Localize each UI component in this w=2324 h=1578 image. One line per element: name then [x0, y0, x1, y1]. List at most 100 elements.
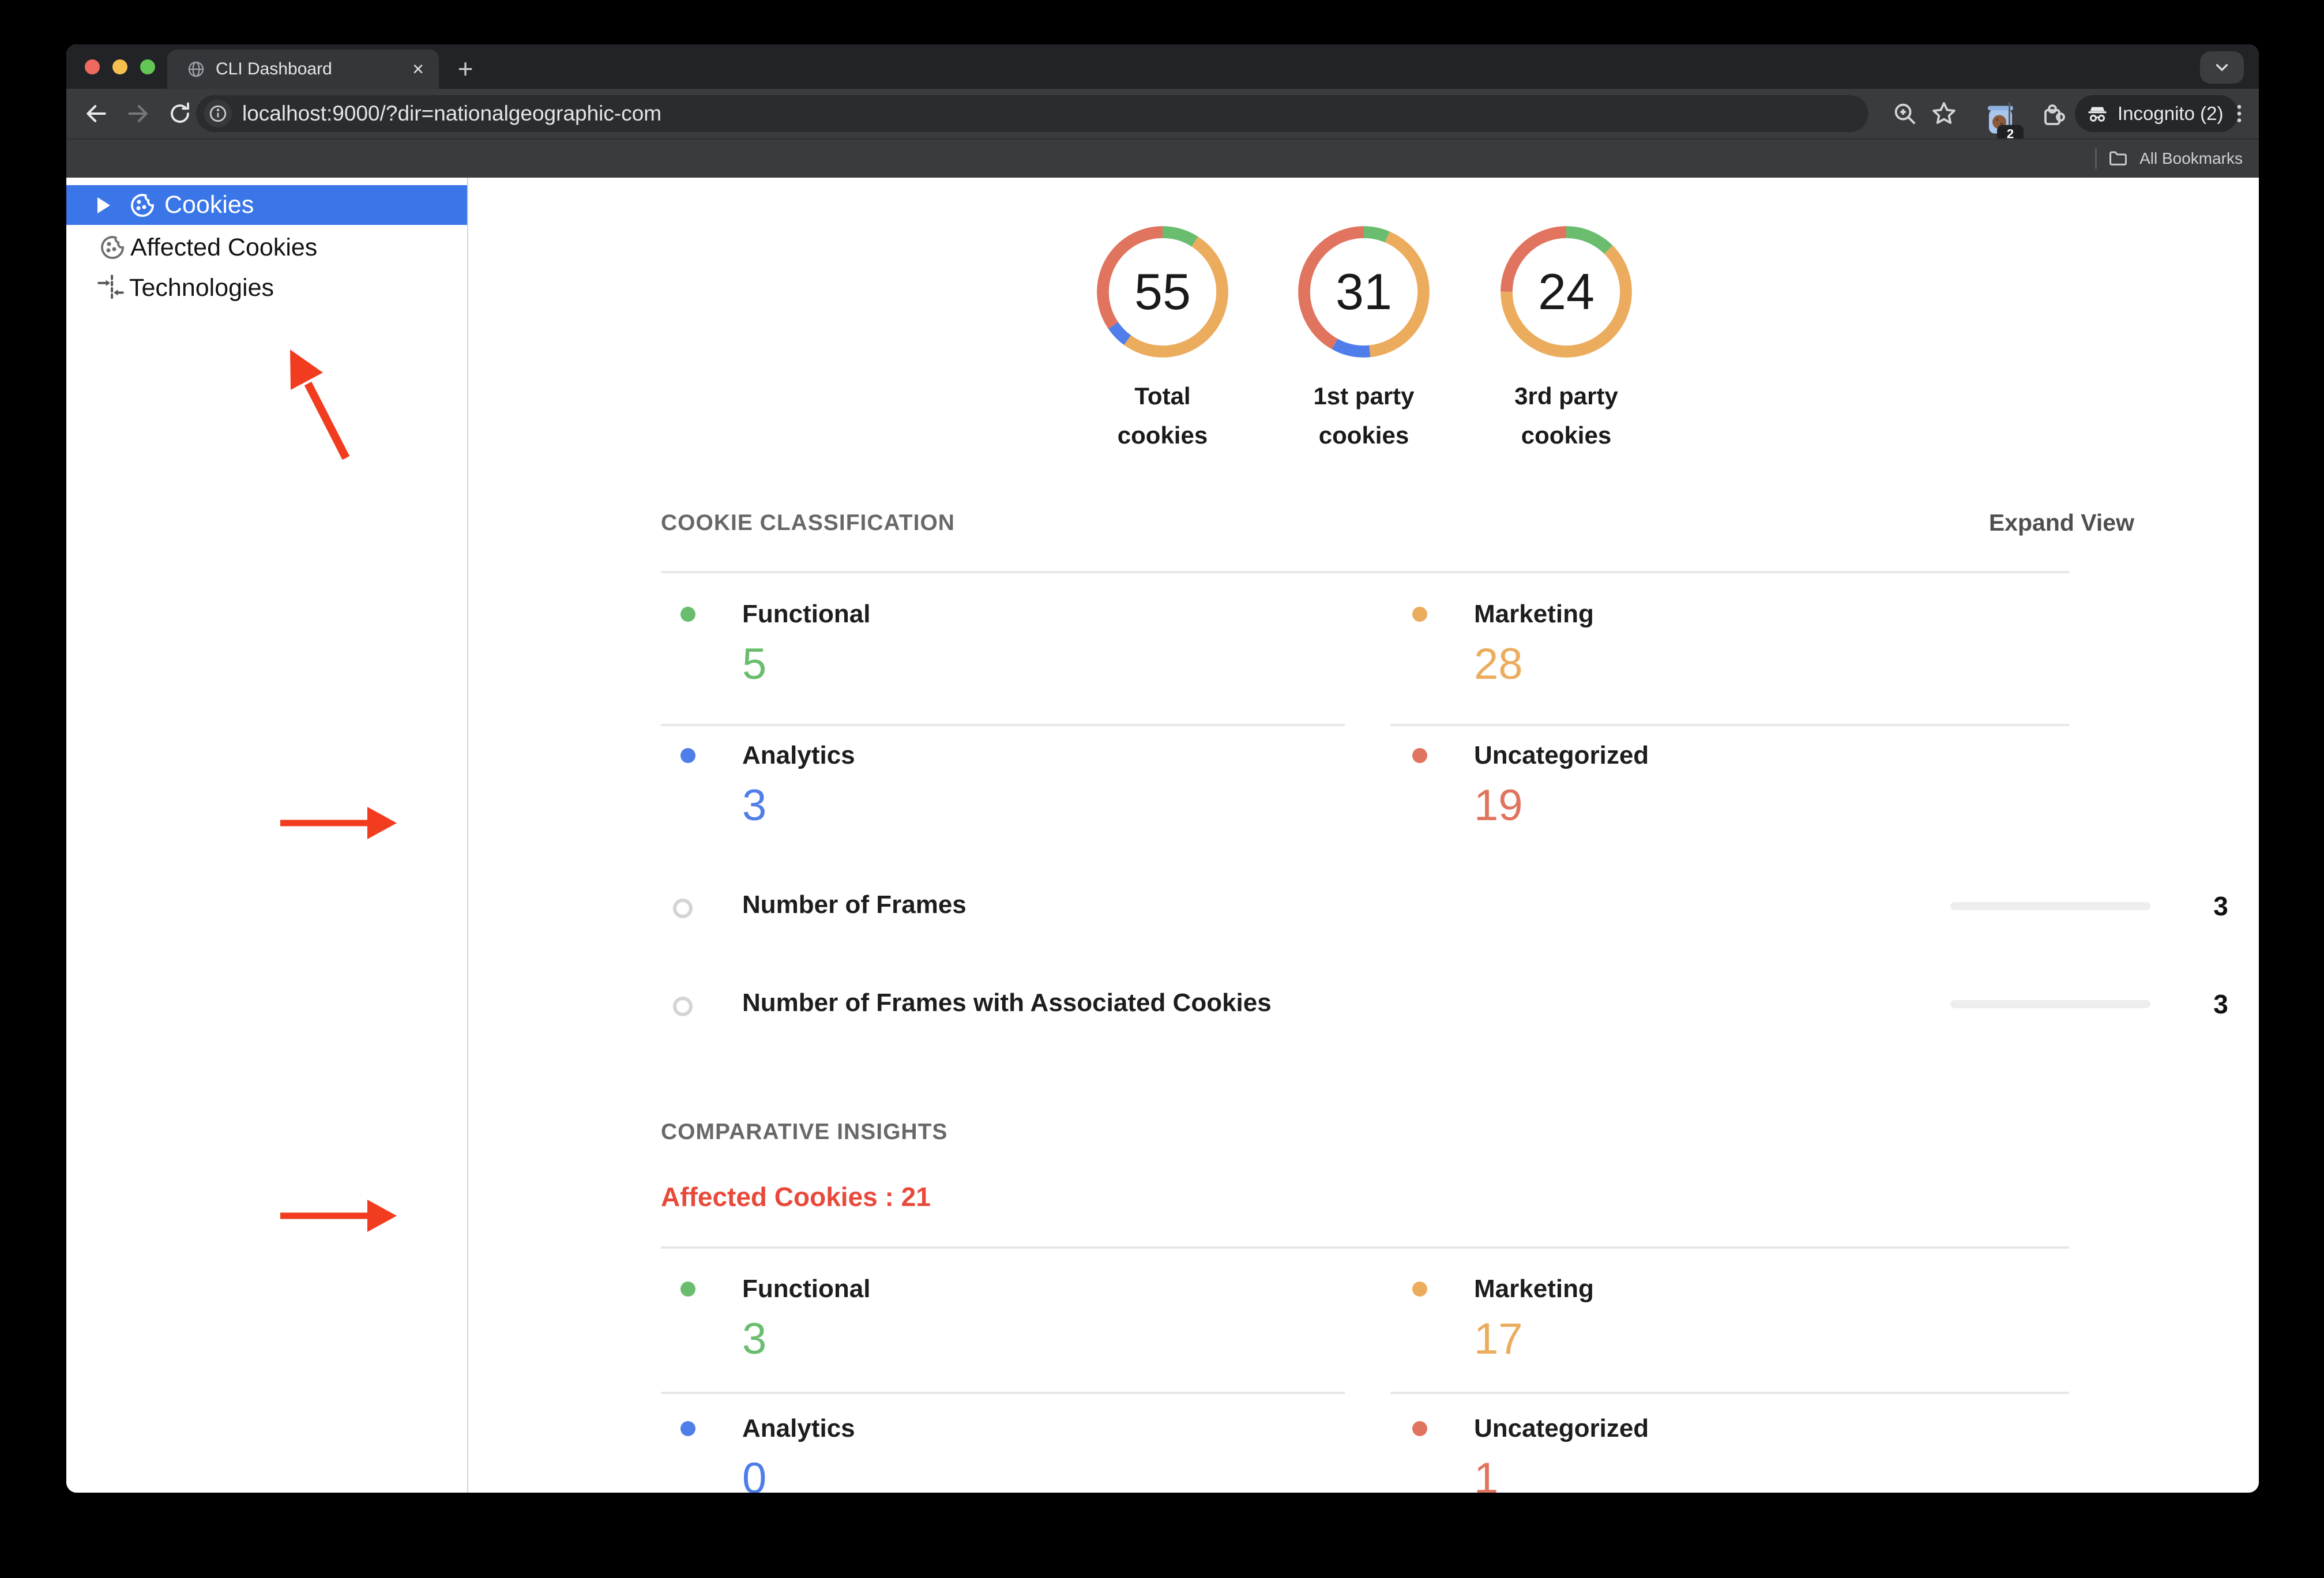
close-tab-icon[interactable]: × — [412, 59, 424, 79]
new-tab-button[interactable]: + — [448, 51, 483, 86]
uncategorized-dot-icon — [1412, 1421, 1427, 1436]
zoom-icon[interactable] — [1891, 100, 1918, 127]
sidebar-item-label: Affected Cookies — [130, 233, 318, 261]
browser-toolbar: localhost:9000/?dir=nationalgeographic-c… — [66, 89, 2259, 143]
minimize-window-button[interactable] — [112, 59, 127, 74]
sidebar-item-label: Technologies — [129, 273, 274, 302]
screenshot-root: CLI Dashboard × + localhost:9000/?dir=na… — [0, 0, 2324, 1578]
functional-dot-icon — [680, 607, 695, 622]
window-controls — [85, 59, 155, 74]
category-label: Uncategorized — [1474, 1414, 1649, 1442]
category-value: 3 — [742, 1314, 767, 1363]
ring-bullet-icon — [673, 899, 693, 918]
bookmarks-divider — [2095, 148, 2097, 169]
app-body: Cookies Affected Cookies Technologies 55… — [66, 178, 2259, 1493]
donut-first-party-cookies: 31 1st party cookies — [1289, 226, 1439, 455]
insights-title: COMPARATIVE INSIGHTS — [661, 1119, 948, 1144]
donut-label: 3rd party — [1514, 382, 1618, 409]
category-value: 28 — [1474, 640, 1523, 689]
category-label: Marketing — [1474, 1275, 1594, 1303]
site-info-icon[interactable] — [204, 100, 232, 127]
donut-third-party-cookies: 24 3rd party cookies — [1491, 226, 1641, 455]
uncategorized-dot-icon — [1412, 748, 1427, 763]
classification-title: COOKIE CLASSIFICATION — [661, 510, 955, 535]
browser-window: CLI Dashboard × + localhost:9000/?dir=na… — [66, 44, 2259, 1493]
category-label: Functional — [742, 1275, 871, 1303]
frames-value: 3 — [2213, 989, 2228, 1019]
category-value: 3 — [742, 781, 767, 830]
analytics-dot-icon — [680, 1421, 695, 1436]
category-value: 5 — [742, 640, 767, 689]
donut-total-cookies: 55 Total cookies — [1088, 226, 1238, 455]
divider — [1390, 1392, 2069, 1394]
functional-dot-icon — [680, 1282, 695, 1297]
cookie-icon — [101, 236, 124, 259]
donut-value: 55 — [1134, 263, 1191, 320]
frames-label: Number of Frames with Associated Cookies — [742, 989, 1272, 1017]
divider — [661, 1392, 1345, 1394]
divider — [661, 1246, 2069, 1249]
cookie-icon — [131, 193, 154, 217]
affected-cookies-label: Affected Cookies : 21 — [661, 1182, 931, 1212]
chevron-down-icon — [2216, 64, 2228, 72]
url-text: localhost:9000/?dir=nationalgeographic-c… — [242, 102, 662, 125]
all-bookmarks-label: All Bookmarks — [2139, 149, 2243, 167]
category-value: 19 — [1474, 781, 1523, 830]
category-label: Analytics — [742, 741, 855, 769]
category-label: Analytics — [742, 1414, 855, 1442]
globe-favicon-icon — [188, 61, 204, 77]
menu-dots-icon[interactable] — [2228, 101, 2251, 126]
divider — [1390, 724, 2069, 726]
cookie-extension-icon[interactable]: 2 — [1985, 103, 2024, 143]
bookmarks-bar: All Bookmarks — [66, 138, 2259, 178]
category-label: Marketing — [1474, 600, 1594, 628]
donut-value: 24 — [1538, 263, 1595, 320]
frames-value: 3 — [2213, 891, 2228, 921]
browser-tab[interactable]: CLI Dashboard × — [167, 50, 439, 89]
sidebar: Cookies Affected Cookies Technologies — [66, 178, 468, 1493]
category-label: Uncategorized — [1474, 741, 1649, 769]
marketing-dot-icon — [1412, 607, 1427, 622]
frames-row: Number of Frames 3 — [661, 889, 2228, 926]
expand-triangle-icon[interactable] — [97, 197, 110, 213]
donut-label: 1st party — [1313, 382, 1415, 409]
category-value: 1 — [1474, 1454, 1499, 1493]
forward-icon[interactable] — [125, 101, 151, 126]
bookmark-star-icon[interactable] — [1930, 100, 1958, 127]
url-bar[interactable]: localhost:9000/?dir=nationalgeographic-c… — [196, 95, 1868, 132]
divider — [661, 571, 2069, 573]
frames-label: Number of Frames — [742, 891, 967, 919]
category-label: Functional — [742, 600, 871, 628]
back-icon[interactable] — [84, 101, 109, 126]
frames-progress-bar — [1950, 902, 2150, 910]
sidebar-item-label: Cookies — [164, 191, 254, 219]
close-window-button[interactable] — [85, 59, 100, 74]
marketing-dot-icon — [1412, 1282, 1427, 1297]
category-value: 17 — [1474, 1314, 1523, 1363]
dashboard-content: 55 Total cookies 31 1st party cookies 24… — [468, 178, 2259, 1493]
frames-progress-bar — [1950, 1000, 2150, 1008]
divider — [661, 724, 1345, 726]
zoom-window-button[interactable] — [140, 59, 155, 74]
analytics-dot-icon — [680, 748, 695, 763]
reload-icon[interactable] — [168, 102, 192, 126]
ring-bullet-icon — [673, 997, 693, 1016]
donut-label: Total — [1134, 382, 1191, 409]
sidebar-item-technologies[interactable]: Technologies — [66, 269, 467, 307]
incognito-label: Incognito (2) — [2118, 103, 2224, 124]
all-bookmarks-button[interactable]: All Bookmarks — [2095, 140, 2243, 178]
frames-row: Number of Frames with Associated Cookies… — [661, 987, 2228, 1024]
extensions-puzzle-icon[interactable] — [2039, 100, 2066, 127]
category-value: 0 — [742, 1454, 767, 1493]
folder-icon — [2109, 151, 2127, 166]
toolbar-divider — [2009, 102, 2010, 125]
expand-view-button[interactable]: Expand View — [1989, 509, 2134, 536]
sidebar-item-affected-cookies[interactable]: Affected Cookies — [66, 228, 467, 266]
incognito-indicator[interactable]: Incognito (2) — [2075, 95, 2239, 132]
technologies-icon — [97, 275, 124, 301]
tab-strip: CLI Dashboard × + — [66, 44, 2259, 89]
sidebar-item-cookies[interactable]: Cookies — [66, 185, 467, 225]
donut-value: 31 — [1336, 263, 1392, 320]
tab-search-button[interactable] — [2200, 51, 2244, 84]
tab-title: CLI Dashboard — [216, 59, 332, 78]
